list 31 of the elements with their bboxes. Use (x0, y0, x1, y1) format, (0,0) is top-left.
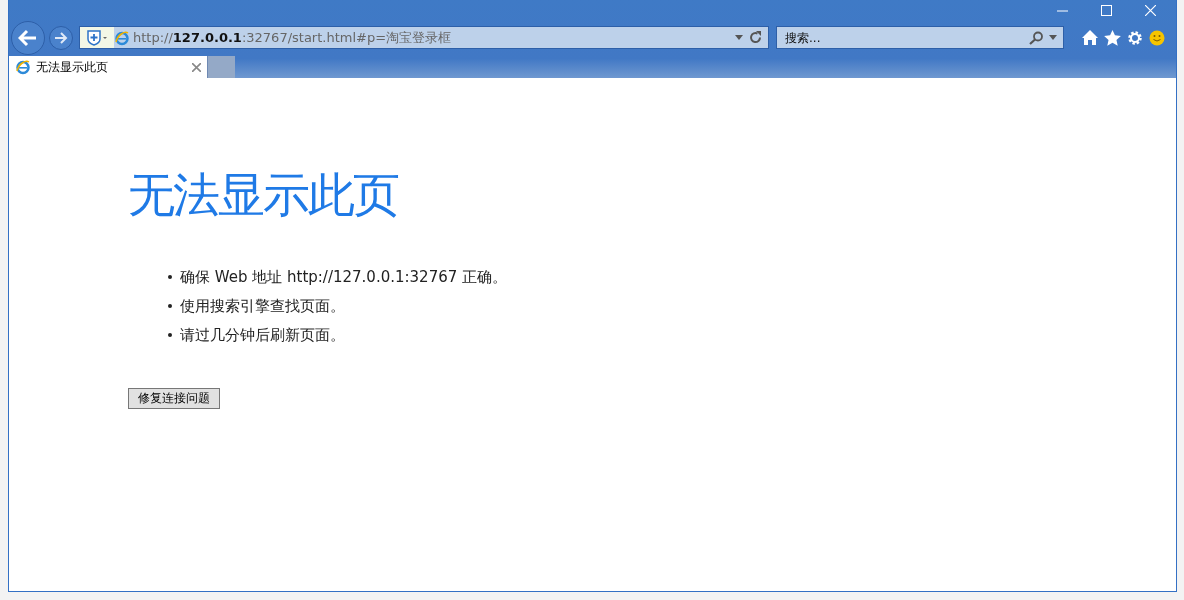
refresh-icon[interactable] (749, 31, 762, 44)
address-bar[interactable]: http://127.0.0.1:32767/start.html#p=淘宝登录框 (79, 26, 769, 49)
search-bar[interactable]: 搜索... (776, 26, 1064, 49)
tab-title: 无法显示此页 (36, 58, 109, 76)
left-arrow-icon (18, 28, 38, 47)
search-icon[interactable] (1029, 30, 1044, 45)
settings-icon[interactable] (1127, 29, 1143, 46)
browser-tab[interactable]: 无法显示此页 (9, 56, 207, 78)
dropdown-caret-icon[interactable] (735, 35, 743, 40)
error-heading: 无法显示此页 (128, 166, 399, 224)
bullet-icon (168, 333, 172, 337)
back-button[interactable] (11, 20, 45, 55)
star-icon[interactable] (1104, 29, 1121, 46)
browser-logo-icon (114, 29, 130, 46)
url-text: http://127.0.0.1:32767/start.html#p=淘宝登录框 (133, 28, 453, 47)
browser-logo-icon (15, 59, 31, 75)
home-icon[interactable] (1082, 30, 1098, 45)
smiley-icon[interactable] (1149, 29, 1165, 46)
close-icon[interactable] (192, 62, 201, 72)
suggestion-text: 请过几分钟后刷新页面。 (180, 325, 345, 345)
security-shield-icon[interactable] (80, 27, 114, 48)
fix-connection-button[interactable]: 修复连接问题 (128, 388, 220, 409)
forward-button[interactable] (49, 25, 73, 50)
maximize-icon[interactable] (1100, 4, 1112, 16)
suggestion-text: 确保 Web 地址 http://127.0.0.1:32767 正确。 (180, 267, 508, 287)
suggestion-text: 使用搜索引擎查找页面。 (180, 296, 345, 316)
bullet-icon (168, 304, 172, 308)
search-field[interactable]: 搜索... (783, 29, 1029, 46)
bullet-icon (168, 275, 172, 279)
dropdown-caret-icon[interactable] (1049, 35, 1057, 40)
right-arrow-icon (54, 31, 68, 44)
